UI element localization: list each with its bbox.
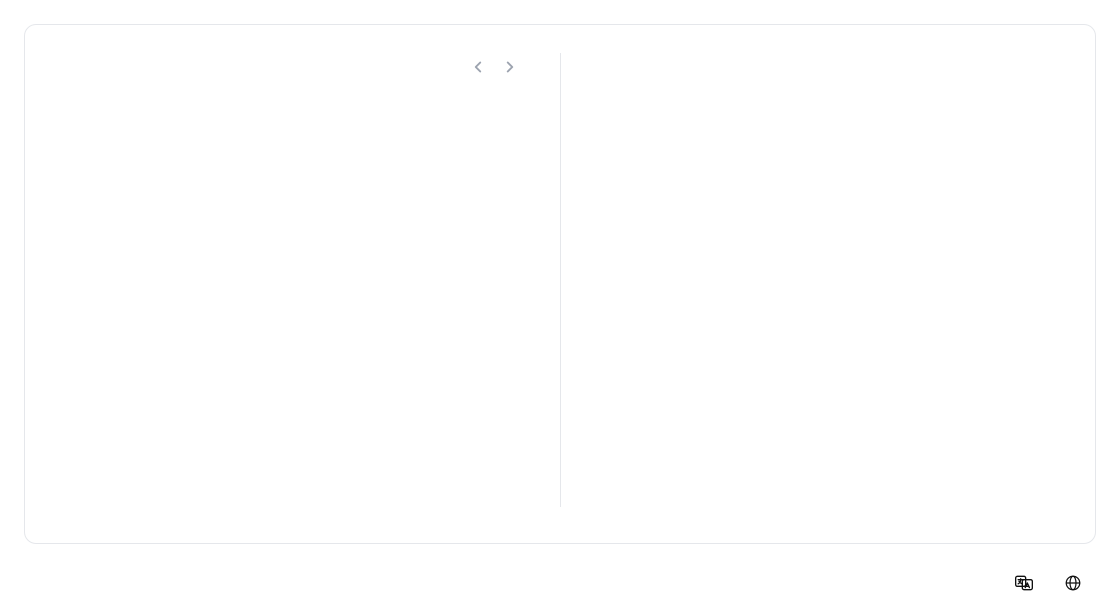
scheduling-card bbox=[24, 24, 1096, 544]
timezone-selector[interactable] bbox=[1064, 574, 1088, 592]
next-month-button[interactable] bbox=[496, 53, 524, 81]
calendar-header bbox=[61, 53, 524, 81]
timeslot-pane bbox=[561, 53, 1059, 507]
chevron-left-icon bbox=[469, 58, 487, 76]
globe-icon bbox=[1064, 574, 1082, 592]
language-selector[interactable] bbox=[1014, 573, 1040, 593]
calendar-nav bbox=[464, 53, 524, 81]
calendar-pane bbox=[61, 53, 561, 507]
prev-month-button[interactable] bbox=[464, 53, 492, 81]
footer bbox=[24, 561, 1096, 601]
translate-icon bbox=[1014, 573, 1034, 593]
chevron-right-icon bbox=[501, 58, 519, 76]
